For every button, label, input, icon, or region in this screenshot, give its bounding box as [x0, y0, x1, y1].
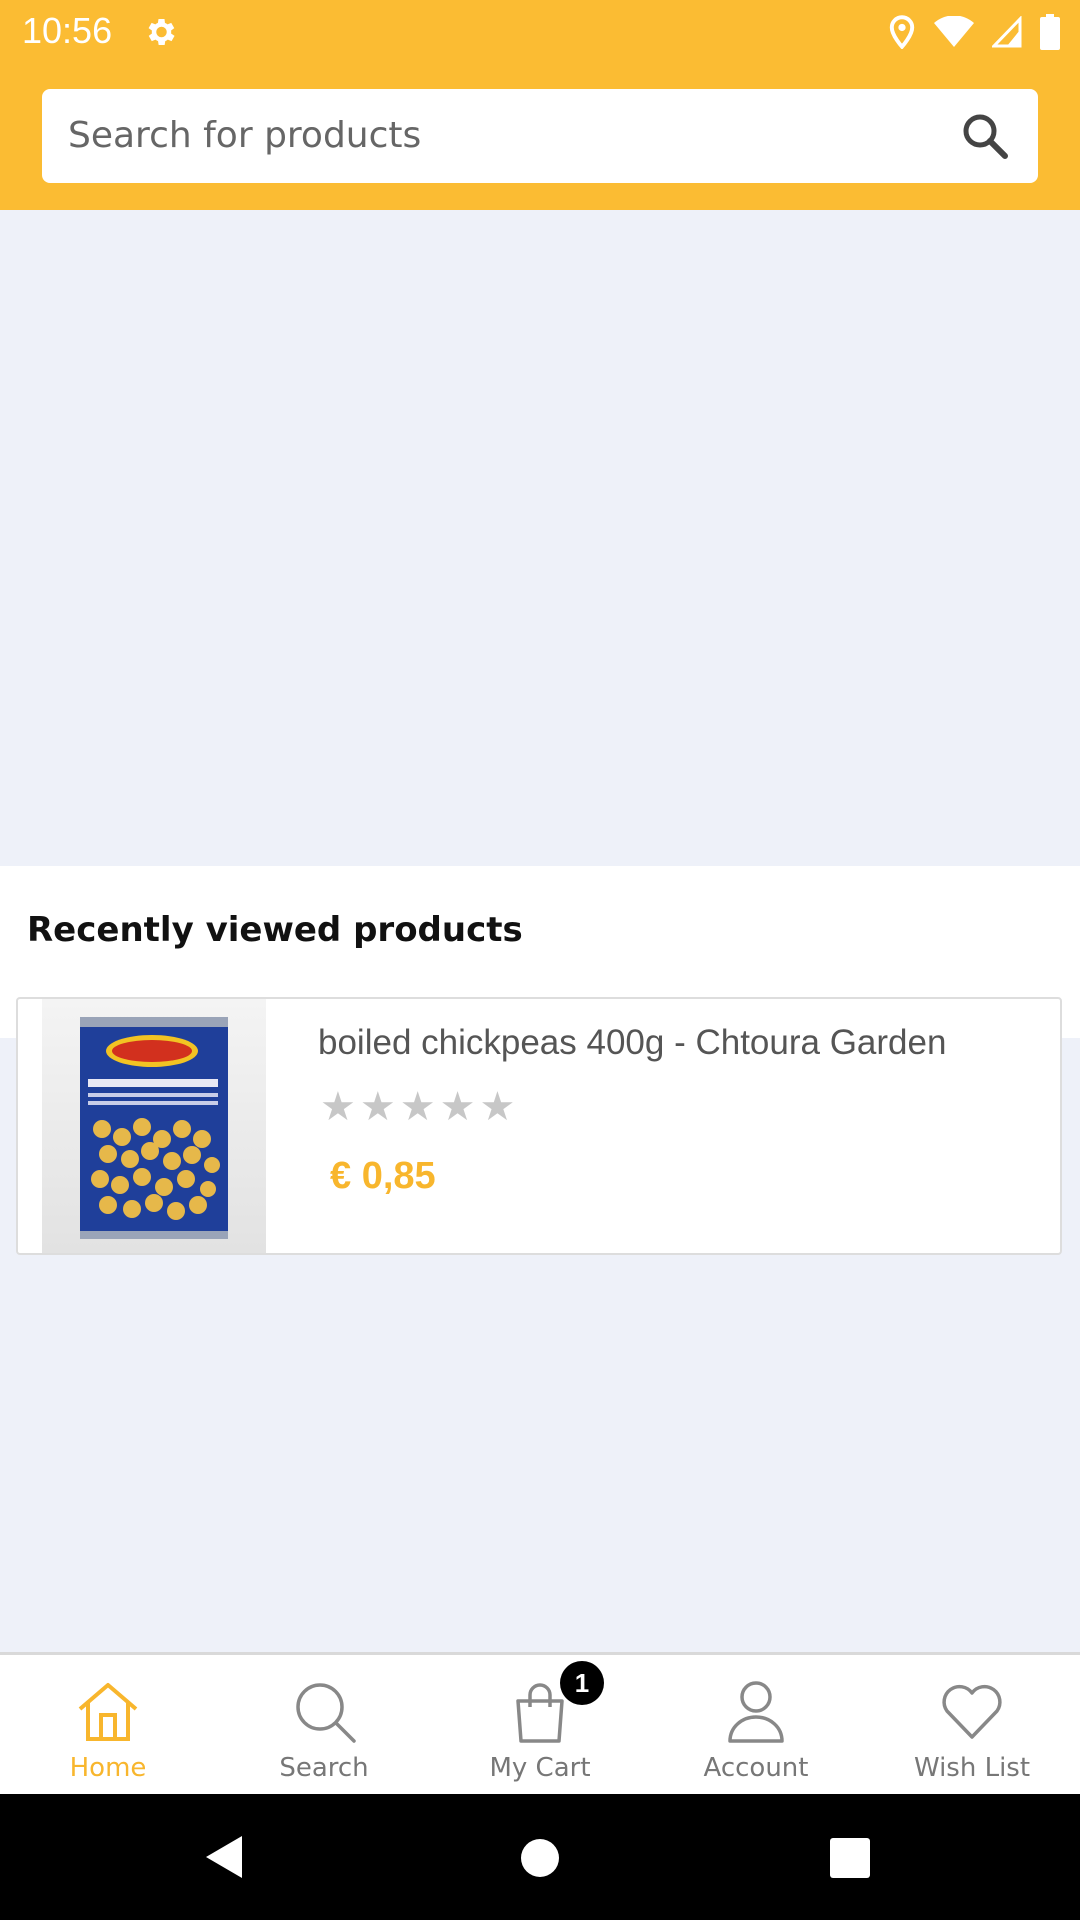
nav-label: Home: [69, 1753, 147, 1783]
nav-label: Account: [703, 1753, 809, 1783]
search-icon[interactable]: [960, 111, 1010, 161]
product-image[interactable]: [42, 999, 266, 1253]
star-icon: ★: [320, 1084, 356, 1130]
nav-account[interactable]: Account: [648, 1655, 864, 1794]
gear-icon: [142, 14, 178, 50]
back-icon[interactable]: [204, 1834, 244, 1884]
nav-home[interactable]: Home: [0, 1655, 216, 1794]
recents-icon[interactable]: [830, 1838, 870, 1882]
wifi-icon: [934, 16, 974, 48]
nav-label: Search: [279, 1753, 369, 1783]
star-icon: ★: [479, 1084, 516, 1130]
battery-icon: [1040, 14, 1060, 50]
bottom-nav: Home Search 1 My Cart Account Wish List: [0, 1652, 1080, 1794]
system-nav-bar: [0, 1794, 1080, 1920]
product-name[interactable]: boiled chickpeas 400g - Chtoura Garden: [318, 1023, 946, 1063]
nav-wishlist[interactable]: Wish List: [864, 1655, 1080, 1794]
star-icon: ★: [359, 1084, 396, 1130]
home-button-icon[interactable]: [520, 1838, 560, 1882]
star-icon: ★: [399, 1084, 436, 1130]
location-icon: [888, 15, 916, 49]
nav-search[interactable]: Search: [216, 1655, 432, 1794]
heart-icon: [938, 1677, 1006, 1745]
search-icon: [290, 1677, 358, 1745]
section-title: Recently viewed products: [27, 910, 523, 950]
signal-icon: [992, 16, 1022, 48]
nav-label: My Cart: [489, 1753, 591, 1783]
status-bar: 10:56: [0, 0, 1080, 64]
cart-badge: 1: [560, 1661, 604, 1705]
product-card[interactable]: boiled chickpeas 400g - Chtoura Garden ★…: [16, 997, 1062, 1255]
rating-stars: ★ ★ ★ ★ ★: [320, 1087, 515, 1127]
status-time: 10:56: [22, 10, 113, 51]
product-price: € 0,85: [330, 1155, 436, 1197]
home-icon: [74, 1677, 142, 1745]
nav-cart[interactable]: 1 My Cart: [432, 1655, 648, 1794]
nav-label: Wish List: [913, 1753, 1031, 1783]
account-icon: [722, 1677, 790, 1745]
banner-area: [0, 210, 1080, 866]
app-bar: Search for products: [0, 64, 1080, 210]
star-icon: ★: [439, 1084, 476, 1130]
search-input[interactable]: Search for products: [42, 89, 1038, 183]
search-placeholder: Search for products: [68, 115, 422, 156]
